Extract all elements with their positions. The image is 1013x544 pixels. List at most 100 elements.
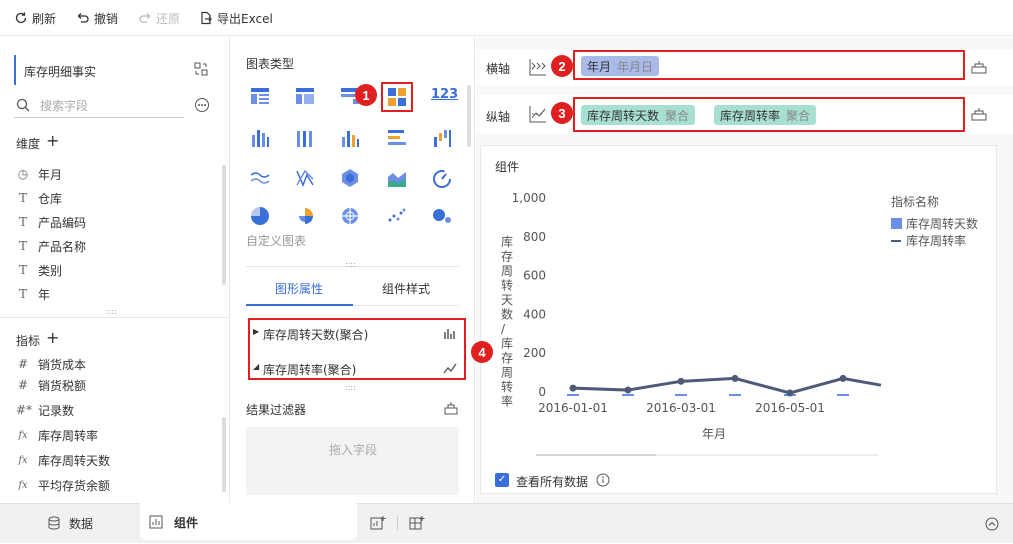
gauge-icon[interactable] [431,167,453,189]
switch-dataset-icon[interactable] [193,61,209,77]
more-icon[interactable] [194,97,210,113]
measure-item[interactable]: #* 记录数 [16,401,74,419]
measures-title: 指标 [16,334,41,348]
prop-item-rate[interactable]: ◢ 库存周转率(聚合) [253,359,461,379]
chart-type-scrollbar[interactable] [467,85,471,147]
tab-component-style[interactable]: 组件样式 [382,280,430,297]
tab-graph-props[interactable]: 图形属性 [275,280,323,297]
prop-label: 库存周转天数(聚合) [263,328,369,342]
resize-handle[interactable]: :::: [345,260,356,269]
x-axis-drop-zone[interactable]: 年月 年月日 [573,50,965,80]
dimension-item[interactable]: T年 [16,285,50,303]
dimension-item[interactable]: T 仓库 [16,189,62,207]
radar-chart-icon[interactable] [339,167,361,189]
filter-drop-zone[interactable]: 拖入字段 [246,427,459,495]
prop-item-days[interactable]: ▶ 库存周转天数(聚合) [253,324,461,344]
crosstab-chart-icon[interactable] [294,85,316,107]
stacked-bar-icon[interactable] [294,127,316,149]
y-axis-settings-icon[interactable] [971,107,987,121]
data-tab[interactable]: 数据 [0,504,138,544]
line-chart-icon[interactable] [443,361,457,375]
dimension-item[interactable]: T 产品编码 [16,213,86,231]
info-icon[interactable] [596,473,610,487]
fx-icon: fx [18,479,28,491]
y-tick-label: 800 [523,230,546,244]
pill-sub: 年月日 [617,59,654,74]
dimension-item[interactable]: ◷ 年月 [16,165,62,183]
search-input[interactable]: 搜索字段 [40,97,88,114]
grouped-bar-icon[interactable] [249,127,271,149]
resize-handle[interactable]: :::: [345,383,356,392]
pill-name: 库存周转率 [720,108,781,123]
measure-item[interactable]: fx 库存周转天数 [16,451,110,469]
measure-item[interactable]: # 销货税额 [16,376,86,394]
measure-item[interactable]: fx 库存周转率 [16,426,98,444]
measure-list: # 销货成本 # 销货税额 #* 记录数 fx 库存周转率 fx 库存周转天数 fx 平均存… [0,355,222,503]
x-scroll-thumb [536,454,656,456]
bar-chart-icon[interactable] [443,326,457,340]
add-component-icon[interactable] [370,515,386,531]
chart-types-title: 图表类型 [246,57,295,71]
show-all-checkbox[interactable]: ✓ [495,473,509,487]
redo-button[interactable]: 还原 [138,9,180,27]
text-icon: T [18,263,27,277]
measure-item[interactable]: # 销货成本 [16,355,86,373]
area-chart-icon[interactable] [386,167,408,189]
search-field[interactable]: 搜索字段 [14,94,184,118]
export-excel-button[interactable]: 导出Excel [199,9,273,27]
dataset-name[interactable]: 库存明细事实 [24,63,96,80]
measure-scrollbar[interactable] [222,417,226,492]
x-axis-label: 横轴 [486,62,511,76]
refresh-label: 刷新 [32,11,57,26]
x-axis-settings-icon[interactable] [971,60,987,74]
y-tick-label: 600 [523,269,546,283]
column-chart-icon[interactable] [339,127,361,149]
custom-chart-link[interactable]: 自定义图表 [246,232,306,249]
show-all-label: 查看所有数据 [516,475,589,489]
active-tab-indicator [246,304,353,306]
y-tick-label: 0 [538,385,546,399]
dimension-scrollbar[interactable] [222,165,226,285]
badge-3: 3 [551,102,573,124]
x-axis-icon [529,59,546,76]
refresh-button[interactable]: 刷新 [14,9,56,27]
dimension-item[interactable]: T 产品名称 [16,237,86,255]
add-measure-icon[interactable]: + [46,328,59,347]
add-dimension-icon[interactable]: + [46,131,59,150]
pie-chart-icon[interactable] [249,205,271,227]
pill-name: 库存周转天数 [587,108,660,123]
measure-item[interactable]: fx 平均存货余额 [16,476,110,494]
map-chart-icon[interactable] [339,205,361,227]
collapse-up-icon[interactable] [985,517,999,531]
measure-label: 记录数 [38,403,75,418]
multi-chart-icon[interactable] [386,86,408,108]
add-dashboard-icon[interactable] [409,515,425,531]
component-tab-label: 组件 [174,516,199,530]
dimension-item[interactable]: T 类别 [16,261,62,279]
y-tick-label: 1,000 [512,191,546,205]
line-chart-icon[interactable] [249,167,271,189]
rate-point [786,389,794,397]
y-axis-pill-rate[interactable]: 库存周转率 聚合 [714,105,817,125]
bubble-chart-icon[interactable] [431,205,453,227]
horizontal-bar-icon[interactable] [386,127,408,149]
fx-icon: fx [18,429,28,441]
radar-line-icon[interactable] [294,167,316,189]
table-chart-icon[interactable] [249,85,271,107]
resize-handle[interactable]: :::: [106,307,117,316]
scatter-chart-icon[interactable] [386,205,408,227]
dimension-label: 类别 [38,263,63,278]
filter-title: 结果过滤器 [246,403,307,417]
rate-line [572,376,882,395]
x-axis-pill[interactable]: 年月 年月日 [581,56,660,76]
y-axis-drop-zone[interactable]: 库存周转天数 聚合 库存周转率 聚合 [573,97,965,132]
dimensions-title: 维度 [16,137,41,151]
filter-settings-icon[interactable] [444,401,458,415]
y-axis-pill-days[interactable]: 库存周转天数 聚合 [581,105,696,125]
waterfall-icon[interactable] [431,127,453,149]
rose-chart-icon[interactable] [294,205,316,227]
rate-point [569,384,577,392]
kpi-chart-icon[interactable]: 123 [431,87,458,102]
undo-button[interactable]: 撤销 [76,9,118,27]
component-tab[interactable]: 组件 [140,503,357,540]
